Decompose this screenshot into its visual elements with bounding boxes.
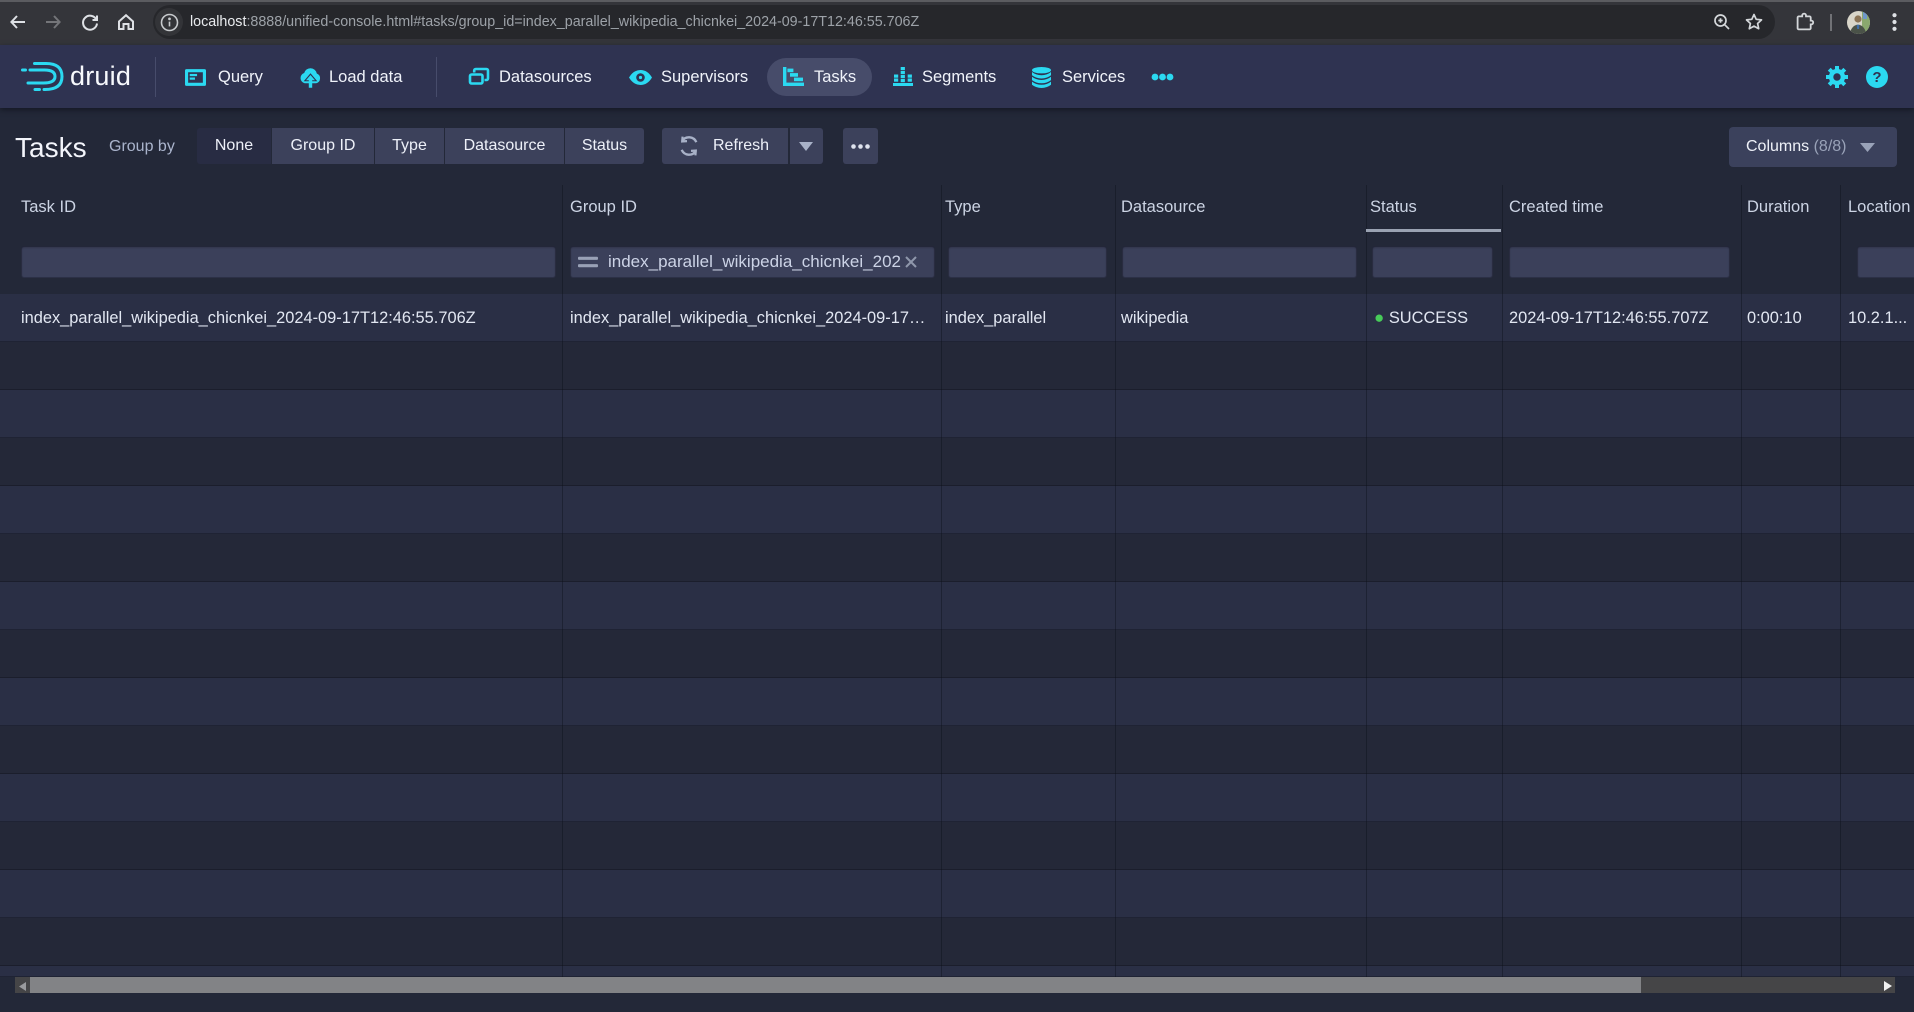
svg-text:?: ? xyxy=(1872,69,1881,86)
